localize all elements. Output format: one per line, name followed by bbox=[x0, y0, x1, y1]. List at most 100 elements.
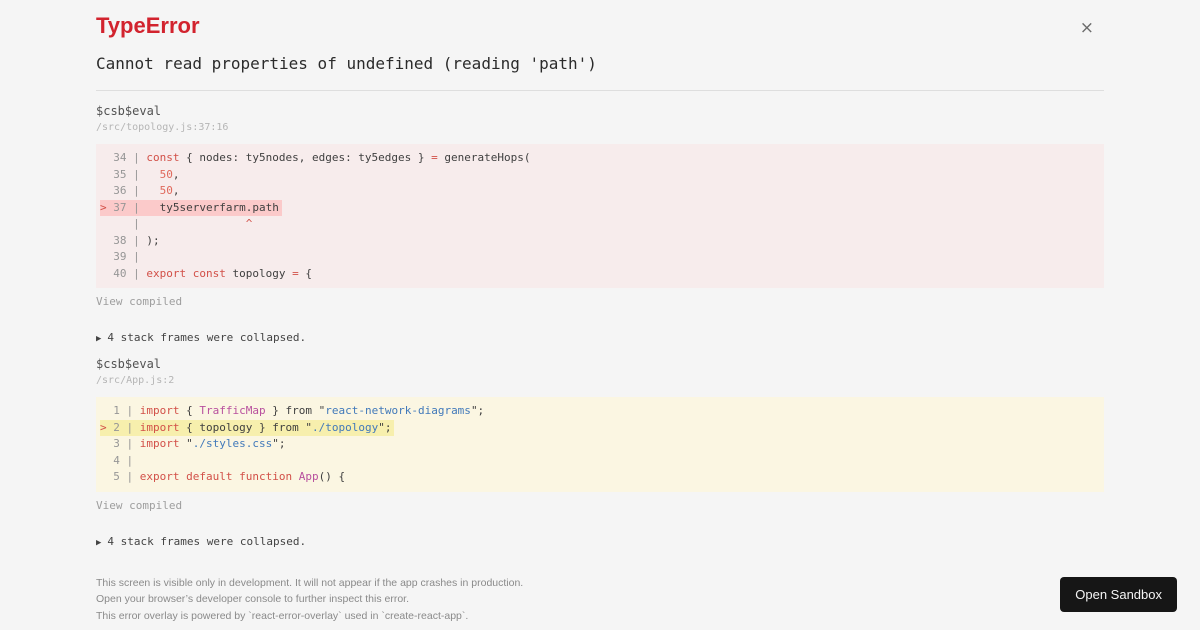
line-number: 40 | bbox=[106, 266, 147, 280]
view-compiled-link[interactable]: View compiled bbox=[96, 295, 182, 308]
code-line: 3 | import "./styles.css"; bbox=[100, 436, 1100, 453]
error-line-marker bbox=[100, 470, 107, 483]
code-frame: 1 | import { TrafficMap } from "react-ne… bbox=[96, 397, 1104, 492]
code-line: 1 | import { TrafficMap } from "react-ne… bbox=[100, 403, 1100, 420]
code-line: > 2 | import { topology } from "./topolo… bbox=[100, 419, 1100, 436]
footer-line: Open your browser’s developer console to… bbox=[96, 593, 410, 606]
error-overlay: TypeError × Cannot read properties of un… bbox=[0, 0, 1200, 625]
code-token: ); bbox=[146, 233, 160, 247]
code-token: } bbox=[265, 404, 286, 417]
view-compiled-link[interactable]: View compiled bbox=[96, 499, 182, 512]
error-line-marker bbox=[100, 437, 107, 450]
code-line: 34 | const { nodes: ty5nodes, edges: ty5… bbox=[100, 150, 1100, 167]
code-token: export bbox=[139, 470, 180, 483]
code-token: ^ bbox=[146, 217, 253, 230]
line-number: 3 | bbox=[106, 437, 140, 450]
collapsed-frames-label: 4 stack frames were collapsed. bbox=[107, 534, 307, 548]
code-token: const bbox=[192, 266, 226, 280]
code-token: function bbox=[239, 470, 293, 483]
code-line: 40 | export const topology = { bbox=[100, 266, 1100, 283]
footer: This screen is visible only in developme… bbox=[96, 575, 1104, 625]
code-token: import bbox=[139, 420, 180, 434]
code-token: TrafficMap bbox=[199, 404, 266, 417]
code-token: 50 bbox=[159, 184, 173, 197]
code-token: , bbox=[172, 167, 180, 181]
line-number: 4 | bbox=[106, 453, 140, 467]
code-token: ./styles.css bbox=[192, 437, 273, 450]
divider bbox=[96, 90, 1104, 91]
code-token: 50 bbox=[159, 167, 173, 181]
line-number: 37 | bbox=[106, 200, 147, 214]
code-token: react-network-diagrams bbox=[325, 404, 471, 417]
collapsed-frames-toggle[interactable]: ▶ 4 stack frames were collapsed. bbox=[96, 535, 1104, 548]
code-token: ty5serverfarm.path bbox=[146, 200, 279, 214]
code-token: ./topology bbox=[311, 420, 379, 434]
stack-frame: $csb$eval/src/topology.js:37:16 34 | con… bbox=[96, 104, 1104, 344]
code-token: , bbox=[172, 184, 180, 197]
code-token: import bbox=[139, 437, 180, 450]
code-token: App bbox=[298, 470, 319, 483]
error-line-marker bbox=[100, 184, 107, 197]
code-line: 38 | ); bbox=[100, 233, 1100, 250]
error-line-marker bbox=[100, 267, 107, 280]
error-line-marker bbox=[100, 454, 107, 467]
frame-location: /src/App.js:2 bbox=[96, 375, 175, 386]
line-number: 39 | bbox=[106, 250, 147, 263]
collapsed-frames-toggle[interactable]: ▶ 4 stack frames were collapsed. bbox=[96, 331, 1104, 344]
collapsed-frames-label: 4 stack frames were collapsed. bbox=[107, 331, 307, 344]
error-line-marker bbox=[100, 151, 107, 164]
code-token: "; bbox=[470, 404, 485, 417]
footer-line: This error overlay is powered by `react-… bbox=[96, 610, 469, 623]
code-line: 39 | bbox=[100, 249, 1100, 266]
code-token: export bbox=[146, 266, 187, 280]
code-token: { bbox=[298, 266, 312, 280]
frame-location: /src/topology.js:37:16 bbox=[96, 122, 229, 133]
code-token: = bbox=[431, 151, 438, 164]
expand-arrow-icon: ▶ bbox=[96, 334, 102, 344]
expand-arrow-icon: ▶ bbox=[96, 537, 102, 548]
code-token: generateHops( bbox=[437, 151, 531, 164]
code-line: > 37 | ty5serverfarm.path bbox=[100, 199, 1100, 216]
line-number: 2 | bbox=[106, 420, 140, 434]
code-token: " bbox=[298, 420, 312, 434]
line-number: 38 | bbox=[106, 233, 147, 247]
stack-frame: $csb$eval/src/App.js:2 1 | import { Traf… bbox=[96, 357, 1104, 548]
line-number: 1 | bbox=[106, 404, 140, 417]
frame-function-name: $csb$eval bbox=[96, 357, 162, 371]
line-number: 36 | bbox=[106, 184, 147, 197]
error-message: Cannot read properties of undefined (rea… bbox=[96, 54, 597, 73]
open-sandbox-button[interactable]: Open Sandbox bbox=[1060, 577, 1177, 612]
code-token: () { bbox=[318, 470, 346, 483]
line-number: 5 | bbox=[106, 470, 140, 483]
code-frame: 34 | const { nodes: ty5nodes, edges: ty5… bbox=[96, 144, 1104, 288]
error-title: TypeError bbox=[96, 13, 200, 38]
overlay-header: TypeError × bbox=[96, 12, 1104, 39]
close-button[interactable]: × bbox=[1080, 12, 1098, 37]
code-token: "; bbox=[378, 420, 392, 434]
code-token: default bbox=[186, 470, 233, 483]
stack-frames: $csb$eval/src/topology.js:37:16 34 | con… bbox=[96, 104, 1104, 548]
error-line-marker bbox=[100, 168, 107, 181]
footer-line: This screen is visible only in developme… bbox=[96, 576, 524, 589]
code-token: = bbox=[292, 266, 299, 280]
code-token: const bbox=[146, 151, 180, 164]
error-line-marker: > bbox=[100, 420, 107, 434]
error-line-marker bbox=[100, 234, 107, 247]
code-token: { nodes: ty5nodes, edges: ty5edges } bbox=[179, 151, 432, 164]
code-token: " bbox=[311, 404, 326, 417]
close-icon: × bbox=[1079, 18, 1094, 38]
frame-function-name: $csb$eval bbox=[96, 104, 162, 118]
code-token: { topology } bbox=[179, 420, 273, 434]
code-line: 36 | 50, bbox=[100, 183, 1100, 200]
code-line: 35 | 50, bbox=[100, 167, 1100, 184]
code-token: import bbox=[139, 404, 180, 417]
code-line: 5 | export default function App() { bbox=[100, 469, 1100, 486]
line-number: | bbox=[106, 217, 147, 230]
error-line-marker bbox=[100, 404, 107, 417]
code-token: " bbox=[179, 437, 193, 450]
code-token: "; bbox=[272, 437, 286, 450]
